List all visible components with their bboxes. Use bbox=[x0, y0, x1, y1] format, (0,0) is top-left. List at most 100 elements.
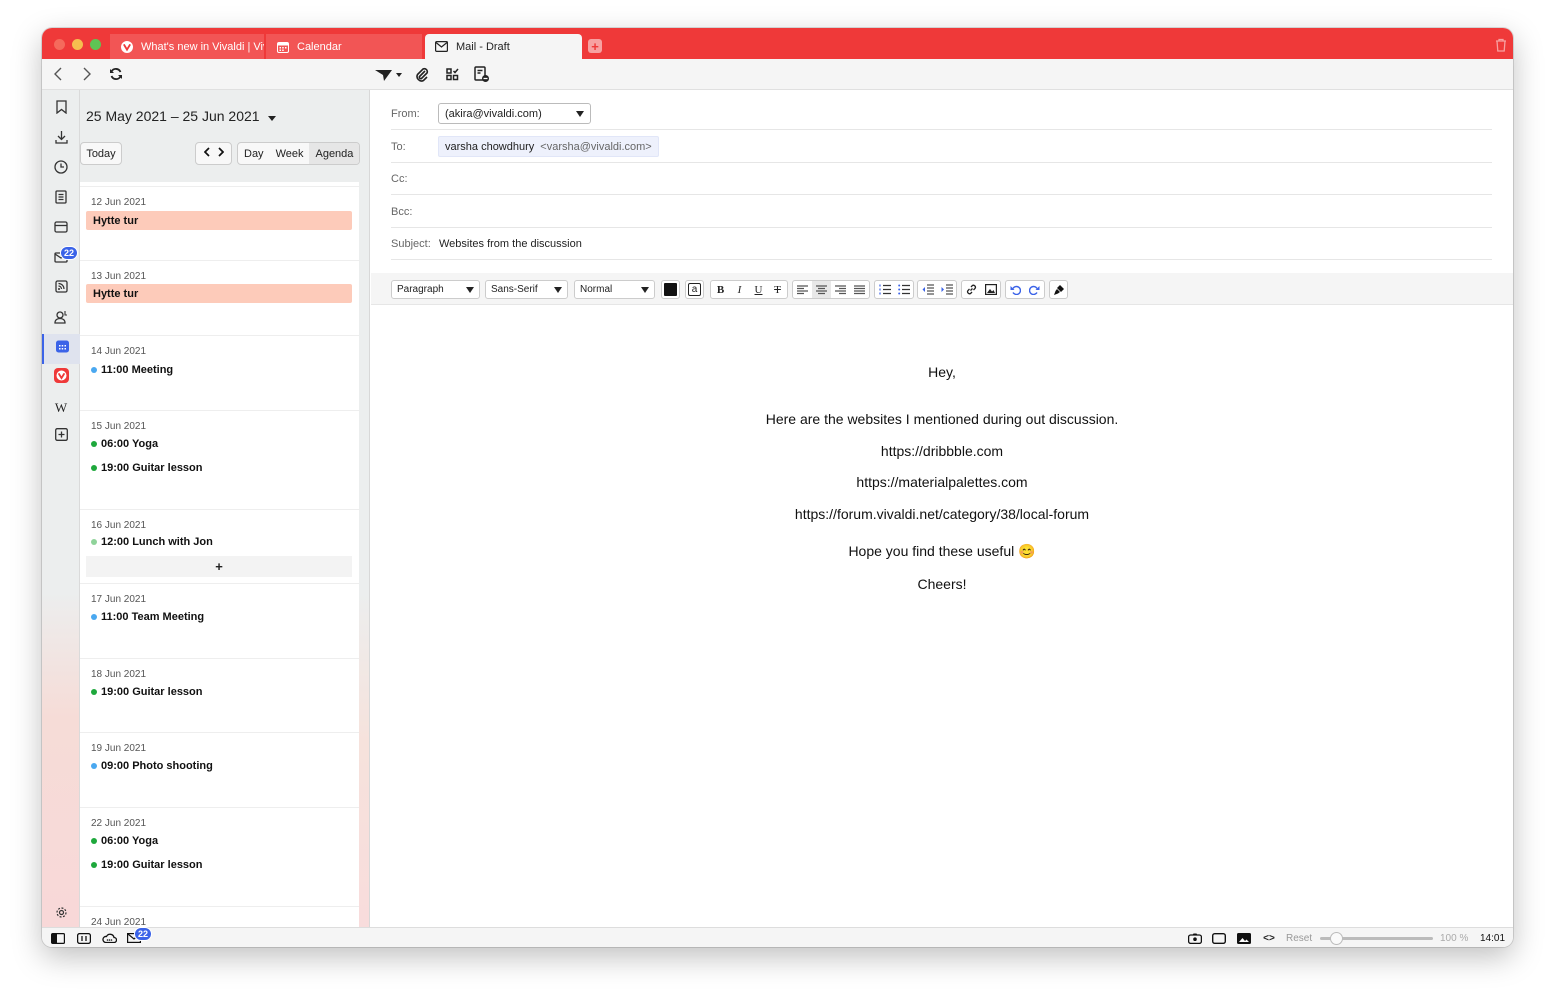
tab-calendar[interactable]: Calendar bbox=[266, 34, 422, 59]
calendar-event[interactable]: 09:00 Photo shooting bbox=[91, 760, 213, 772]
sidebar-item-window[interactable] bbox=[42, 215, 80, 243]
calendar-event[interactable]: 06:00 Yoga bbox=[91, 438, 158, 450]
window-size-icon[interactable] bbox=[1212, 931, 1226, 945]
calendar-event[interactable]: 19:00 Guitar lesson bbox=[91, 686, 203, 698]
discard-draft-icon[interactable] bbox=[473, 65, 491, 83]
text-color-button[interactable] bbox=[661, 280, 680, 299]
today-button[interactable]: Today bbox=[80, 142, 122, 165]
toggle-panel-button[interactable] bbox=[50, 931, 66, 945]
from-label: From: bbox=[391, 107, 420, 120]
sidebar-item-downloads[interactable] bbox=[42, 125, 80, 153]
forward-button[interactable] bbox=[79, 66, 95, 82]
sidebar-item-mail[interactable]: 22 bbox=[42, 245, 80, 273]
block-format-select[interactable]: Paragraph bbox=[391, 280, 480, 299]
zoom-slider[interactable] bbox=[1320, 932, 1433, 945]
ordered-list-button[interactable] bbox=[875, 281, 894, 298]
images-toggle-icon[interactable] bbox=[1237, 931, 1251, 945]
next-period-button[interactable] bbox=[217, 147, 224, 160]
day-date: 16 Jun 2021 bbox=[91, 520, 147, 531]
from-select[interactable]: (akira@vivaldi.com) bbox=[438, 103, 591, 124]
sync-cloud-icon[interactable] bbox=[100, 931, 118, 945]
bcc-label: Bcc: bbox=[391, 205, 413, 218]
allday-event[interactable]: Hytte tur bbox=[86, 284, 352, 303]
recipient-chip[interactable]: varsha chowdhury <varsha@vivaldi.com> bbox=[438, 136, 659, 157]
date-range-selector[interactable]: 25 May 2021 – 25 Jun 2021 bbox=[86, 108, 276, 124]
body-link[interactable]: https://dribbble.com bbox=[371, 443, 1513, 459]
clock-icon bbox=[54, 159, 68, 179]
font-family-select[interactable]: Sans-Serif bbox=[485, 280, 568, 299]
close-window-button[interactable] bbox=[54, 39, 65, 50]
settings-button[interactable] bbox=[42, 901, 80, 929]
view-day-button[interactable]: Day bbox=[238, 143, 270, 164]
from-value: (akira@vivaldi.com) bbox=[445, 107, 542, 120]
calendar-event[interactable]: 12:00 Lunch with Jon bbox=[91, 536, 213, 548]
new-tab-button[interactable]: + bbox=[588, 39, 602, 53]
body-link[interactable]: https://forum.vivaldi.net/category/38/lo… bbox=[371, 506, 1513, 522]
zoom-reset-button[interactable]: Reset bbox=[1286, 931, 1312, 945]
prev-period-button[interactable] bbox=[203, 147, 210, 160]
sidebar-item-vivaldi[interactable] bbox=[42, 364, 80, 392]
sidebar-item-contacts[interactable] bbox=[42, 305, 80, 333]
maximize-window-button[interactable] bbox=[90, 39, 101, 50]
insert-image-button[interactable] bbox=[981, 281, 1000, 298]
align-left-button[interactable] bbox=[793, 281, 812, 298]
calendar-event[interactable]: 19:00 Guitar lesson bbox=[91, 462, 203, 474]
view-week-button[interactable]: Week bbox=[270, 143, 310, 164]
bold-button[interactable]: B bbox=[711, 281, 730, 298]
wikipedia-icon: W bbox=[54, 400, 68, 415]
zoom-slider-thumb[interactable] bbox=[1330, 932, 1343, 945]
strikethrough-button[interactable]: T bbox=[768, 281, 787, 298]
reload-button[interactable] bbox=[108, 66, 124, 82]
calendar-event[interactable]: 19:00 Guitar lesson bbox=[91, 859, 203, 871]
unordered-list-button[interactable] bbox=[894, 281, 913, 298]
tab-tiling-button[interactable] bbox=[76, 931, 92, 945]
allday-event[interactable]: Hytte tur bbox=[86, 211, 352, 230]
sidebar-item-add-panel[interactable] bbox=[42, 423, 80, 451]
sidebar-item-bookmarks[interactable] bbox=[42, 95, 80, 123]
outdent-button[interactable] bbox=[918, 281, 937, 298]
tab-whats-new[interactable]: What's new in Vivaldi | Vivaldi bbox=[110, 34, 264, 59]
align-center-button[interactable] bbox=[812, 281, 831, 298]
minimize-window-button[interactable] bbox=[72, 39, 83, 50]
body-link[interactable]: https://materialpalettes.com bbox=[371, 474, 1513, 490]
sidebar-item-history[interactable] bbox=[42, 155, 80, 183]
clear-formatting-button[interactable] bbox=[1049, 280, 1068, 299]
sidebar-item-calendar[interactable] bbox=[42, 334, 80, 364]
italic-button[interactable]: I bbox=[730, 281, 749, 298]
view-agenda-button[interactable]: Agenda bbox=[309, 143, 360, 164]
send-button[interactable] bbox=[374, 67, 404, 83]
subject-input[interactable]: Websites from the discussion bbox=[439, 238, 582, 250]
calendar-event[interactable]: 11:00 Team Meeting bbox=[91, 611, 204, 623]
trash-icon[interactable] bbox=[1495, 38, 1507, 52]
page-actions-icon[interactable]: <> bbox=[1262, 931, 1276, 945]
align-right-button[interactable] bbox=[831, 281, 850, 298]
back-button[interactable] bbox=[50, 66, 66, 82]
status-bar: 22 <> Reset 100 % 14:01 bbox=[42, 927, 1513, 947]
calendar-event[interactable]: 06:00 Yoga bbox=[91, 835, 158, 847]
insert-link-button[interactable] bbox=[962, 281, 981, 298]
sidebar-item-feeds[interactable] bbox=[42, 275, 80, 303]
undo-button[interactable] bbox=[1006, 281, 1025, 298]
highlight-color-button[interactable]: a bbox=[685, 280, 704, 299]
caret-down-icon bbox=[576, 108, 584, 120]
font-size-value: Normal bbox=[580, 284, 613, 295]
redo-button[interactable] bbox=[1025, 281, 1044, 298]
event-label: 12:00 Lunch with Jon bbox=[101, 536, 213, 548]
underline-button[interactable]: U bbox=[749, 281, 768, 298]
agenda-day: 19 Jun 2021 09:00 Photo shooting bbox=[80, 732, 359, 806]
sidebar-item-notes[interactable] bbox=[42, 185, 80, 213]
window-icon bbox=[54, 220, 68, 238]
sidebar-item-wikipedia[interactable]: W bbox=[42, 394, 80, 422]
cc-row[interactable]: Cc: bbox=[391, 163, 1492, 195]
add-event-button[interactable]: + bbox=[86, 556, 352, 577]
attach-icon[interactable] bbox=[414, 66, 430, 82]
tab-mail-draft[interactable]: Mail - Draft bbox=[425, 34, 582, 59]
font-size-select[interactable]: Normal bbox=[574, 280, 655, 299]
capture-icon[interactable] bbox=[1188, 931, 1202, 945]
indent-button[interactable] bbox=[937, 281, 956, 298]
bcc-row[interactable]: Bcc: bbox=[391, 196, 1492, 228]
align-justify-button[interactable] bbox=[850, 281, 869, 298]
calendar-event[interactable]: 11:00 Meeting bbox=[91, 364, 173, 376]
event-color-dot bbox=[91, 539, 97, 545]
check-spelling-icon[interactable] bbox=[444, 66, 460, 82]
